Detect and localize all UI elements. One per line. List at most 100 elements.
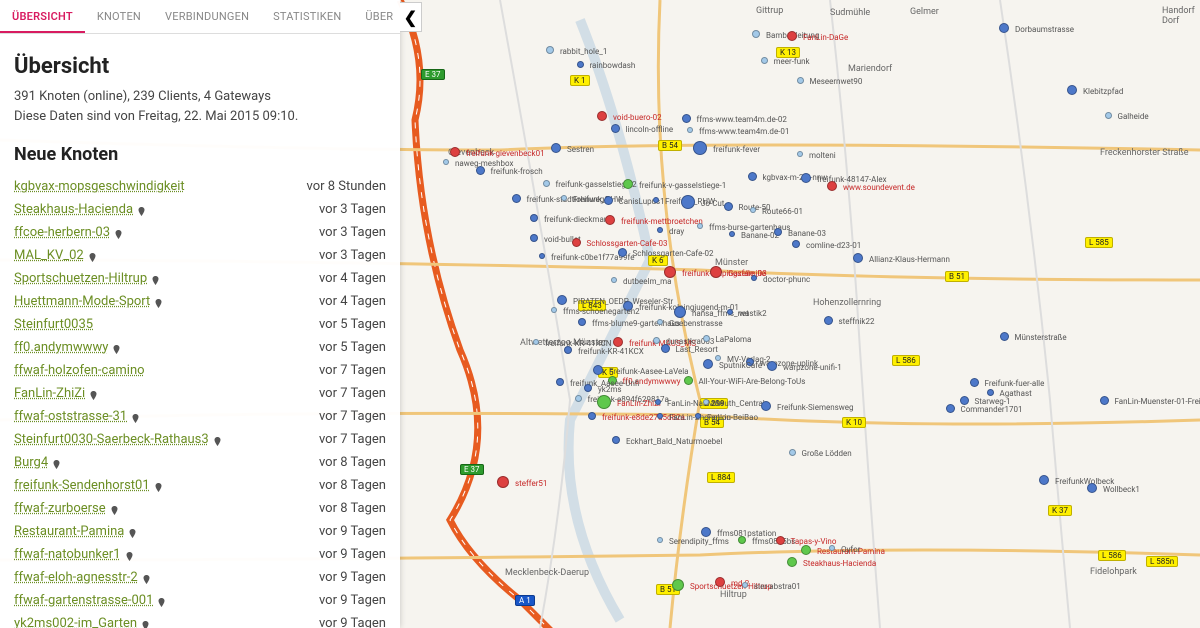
map-node[interactable]	[797, 151, 803, 157]
map-node[interactable]	[608, 376, 617, 385]
map-node[interactable]	[613, 337, 623, 347]
node-link[interactable]: Huettmann-Mode-Sport	[14, 294, 163, 309]
map-node[interactable]	[742, 582, 748, 588]
map-node[interactable]	[543, 180, 550, 187]
map-node[interactable]	[564, 346, 572, 354]
map-node[interactable]	[546, 46, 554, 54]
map-node[interactable]	[987, 389, 994, 396]
node-link[interactable]: Steakhaus-Hacienda	[14, 202, 146, 217]
collapse-sidebar-button[interactable]: ❮	[400, 2, 422, 32]
node-link[interactable]: Steinfurt0035	[14, 317, 93, 332]
tab-stats[interactable]: STATISTIKEN	[261, 0, 353, 33]
map-node[interactable]	[748, 172, 757, 181]
map-node[interactable]	[476, 166, 485, 175]
map-node[interactable]	[695, 413, 701, 419]
tab-links[interactable]: VERBINDUNGEN	[153, 0, 261, 33]
map-node[interactable]	[672, 579, 684, 591]
map-node[interactable]	[697, 223, 703, 229]
map-node[interactable]	[539, 253, 545, 259]
map-node[interactable]	[572, 238, 581, 247]
map-node[interactable]	[604, 196, 613, 205]
tab-nodes[interactable]: KNOTEN	[85, 0, 153, 33]
map-node[interactable]	[853, 253, 863, 263]
map-node[interactable]	[612, 436, 620, 444]
map-node[interactable]	[1087, 483, 1097, 493]
node-link[interactable]: FanLin-ZhiZi	[14, 386, 98, 401]
map-node[interactable]	[738, 536, 746, 544]
node-link[interactable]: ffcoe-herbern-03	[14, 225, 123, 240]
map-node[interactable]	[1000, 332, 1009, 341]
map-node[interactable]	[1067, 85, 1077, 95]
map-node[interactable]	[557, 295, 567, 305]
node-link[interactable]: ffwaf-zurboerse	[14, 501, 119, 516]
map-node[interactable]	[597, 395, 611, 409]
map-node[interactable]	[687, 127, 693, 133]
map-node[interactable]	[946, 404, 955, 413]
map-node[interactable]	[584, 384, 592, 392]
node-link[interactable]: MAL_KV_02	[14, 248, 97, 263]
map-node[interactable]	[761, 57, 768, 64]
map-node[interactable]	[774, 228, 782, 236]
map-node[interactable]	[597, 111, 607, 121]
node-link[interactable]: Restaurant-Pamina	[14, 524, 137, 539]
map-node[interactable]	[611, 277, 617, 283]
map-node[interactable]	[801, 173, 811, 183]
map-node[interactable]	[703, 399, 709, 405]
node-link[interactable]: ffwaf-eloh-agnesstr-2	[14, 570, 151, 585]
map-node[interactable]	[746, 358, 754, 366]
map-node[interactable]	[588, 412, 596, 420]
node-link[interactable]: Steinfurt0030-Saerbeck-Rathaus3	[14, 432, 222, 447]
map-node[interactable]	[715, 355, 721, 361]
map-node[interactable]	[657, 227, 663, 233]
map-node[interactable]	[575, 395, 582, 402]
map-node[interactable]	[551, 307, 557, 313]
map-node[interactable]	[710, 266, 722, 278]
map-node[interactable]	[618, 248, 627, 257]
tab-overview[interactable]: ÜBERSICHT	[0, 0, 85, 33]
map-node[interactable]	[556, 378, 564, 386]
map-node[interactable]	[729, 231, 735, 237]
node-link[interactable]: kgbvax-mopsgeschwindigkeit	[14, 179, 185, 194]
map-node[interactable]	[827, 181, 837, 191]
node-link[interactable]: freifunk-Sendenhorst01	[14, 478, 163, 493]
tab-about[interactable]: ÜBER	[353, 0, 400, 33]
map-node[interactable]	[497, 476, 509, 488]
map-node[interactable]	[533, 339, 539, 345]
map-node[interactable]	[767, 361, 777, 371]
map-node[interactable]	[789, 449, 796, 456]
map-node[interactable]	[530, 214, 538, 222]
map-node[interactable]	[674, 306, 686, 318]
map-node[interactable]	[653, 337, 660, 344]
map-node[interactable]	[703, 335, 710, 342]
node-link[interactable]: ff0.andymwwwy	[14, 340, 121, 355]
map-node[interactable]	[703, 359, 713, 369]
map-node[interactable]	[657, 537, 663, 543]
map-node[interactable]	[530, 234, 538, 242]
map-node[interactable]	[761, 401, 771, 411]
node-link[interactable]: ffwaf-oststrasse-31	[14, 409, 140, 424]
map-node[interactable]	[623, 301, 633, 311]
map-node[interactable]	[787, 31, 797, 41]
map-node[interactable]	[655, 399, 661, 405]
node-link[interactable]: ffwaf-holzofen-camino	[14, 363, 145, 378]
map-node[interactable]	[797, 77, 804, 84]
node-link[interactable]: ffwaf-natobunker1	[14, 547, 134, 562]
map-node[interactable]	[1100, 396, 1109, 405]
map-node[interactable]	[684, 376, 693, 385]
map-node[interactable]	[664, 266, 676, 278]
map-node[interactable]	[443, 159, 449, 165]
map-node[interactable]	[551, 143, 561, 153]
map-node[interactable]	[561, 195, 567, 201]
map-node[interactable]	[701, 527, 711, 537]
map-node[interactable]	[593, 365, 603, 375]
map-node[interactable]	[653, 197, 659, 203]
map-node[interactable]	[960, 396, 969, 405]
map-node[interactable]	[605, 215, 615, 225]
map-node[interactable]	[970, 378, 979, 387]
map-node[interactable]	[776, 536, 785, 545]
map-node[interactable]	[578, 318, 586, 326]
map-node[interactable]	[450, 147, 460, 157]
map-node[interactable]	[801, 545, 811, 555]
map-node[interactable]	[693, 141, 707, 155]
map-node[interactable]	[750, 207, 756, 213]
